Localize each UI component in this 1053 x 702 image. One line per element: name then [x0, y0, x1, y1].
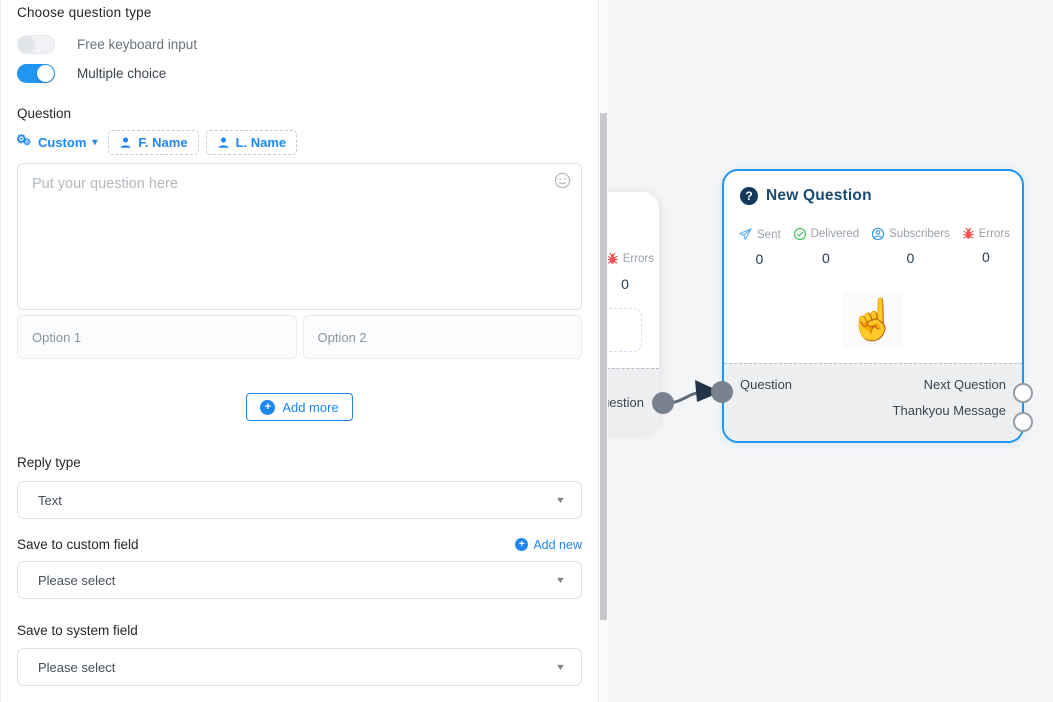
panel-scrollbar-track	[599, 0, 608, 702]
first-name-chip[interactable]: F. Name	[108, 130, 198, 155]
node-title: New Question	[766, 187, 872, 205]
free-keyboard-toggle-row: Free keyboard input	[17, 35, 582, 54]
chevron-down-icon: ▾	[92, 137, 97, 148]
question-settings-panel: Choose question type Free keyboard input…	[0, 0, 599, 702]
errors-stat: Errors	[606, 252, 654, 265]
add-more-label: Add more	[282, 400, 338, 415]
stat-sent-label: Sent	[757, 229, 781, 241]
custom-field-select[interactable]: Please select ▼	[17, 561, 582, 599]
stat-delivered: Delivered 0	[793, 227, 860, 267]
flow-builder-app: Choose question type Free keyboard input…	[0, 0, 1053, 702]
stat-delivered-label: Delivered	[811, 228, 860, 240]
connection-arrowhead-icon	[695, 380, 721, 402]
add-new-link[interactable]: + Add new	[515, 538, 582, 552]
option-2-input[interactable]	[303, 315, 583, 359]
first-name-chip-label: F. Name	[138, 135, 187, 150]
stat-errors: Errors 0	[962, 227, 1010, 267]
option-1-input[interactable]	[17, 315, 297, 359]
free-keyboard-label: Free keyboard input	[77, 37, 197, 52]
next-question-port-label: Next Question	[924, 377, 1006, 392]
next-question-port-label: uestion	[602, 395, 644, 410]
select-caret-icon: ▼	[555, 495, 566, 505]
node-ports-footer: Question Next Question Thankyou Message	[724, 363, 1022, 441]
reply-type-label: Reply type	[17, 454, 582, 471]
stat-subscribers: Subscribers 0	[871, 227, 950, 267]
question-section-label: Question	[17, 105, 582, 122]
stat-subscribers-value: 0	[907, 250, 915, 266]
hand-cursor-icon: ☝	[848, 300, 898, 340]
custom-field-label: Save to custom field	[17, 536, 139, 553]
question-badge-icon: ?	[740, 187, 758, 205]
connection-line	[663, 393, 701, 404]
stat-delivered-value: 0	[822, 250, 830, 266]
add-more-row: + Add more	[17, 393, 582, 421]
errors-stat-label: Errors	[623, 253, 654, 265]
question-textarea[interactable]	[18, 164, 581, 309]
plus-circle-icon: +	[515, 538, 528, 551]
node-header: ? New Question	[724, 171, 1022, 205]
multiple-choice-label: Multiple choice	[77, 66, 166, 81]
next-question-output-port[interactable]	[1013, 383, 1033, 403]
multiple-choice-toggle-row: Multiple choice	[17, 64, 582, 83]
add-new-label: Add new	[533, 538, 582, 552]
select-caret-icon: ▼	[555, 575, 566, 585]
toggle-knob	[37, 65, 54, 82]
input-port-label: Question	[740, 377, 792, 392]
last-name-chip-label: L. Name	[236, 135, 287, 150]
stat-errors-label: Errors	[979, 228, 1010, 240]
bug-icon	[962, 227, 975, 240]
custom-button-label: Custom	[38, 135, 86, 150]
stat-subscribers-label: Subscribers	[889, 228, 950, 240]
thankyou-output-port[interactable]	[1013, 412, 1033, 432]
subscriber-icon	[871, 227, 885, 241]
stat-errors-value: 0	[982, 249, 990, 265]
select-caret-icon: ▼	[555, 662, 566, 672]
custom-field-dropdown-button[interactable]: ⚙⚙ Custom ▾	[17, 135, 101, 150]
custom-field-value: Please select	[38, 573, 115, 588]
system-field-select[interactable]: Please select ▼	[17, 648, 582, 686]
person-icon	[119, 136, 132, 149]
free-keyboard-toggle[interactable]	[17, 35, 55, 54]
system-field-value: Please select	[38, 660, 115, 675]
mouse-cursor-overlay: ☝	[843, 291, 903, 349]
stat-sent-value: 0	[755, 251, 763, 267]
panel-scrollbar-thumb[interactable]	[600, 113, 607, 620]
question-textarea-wrap	[17, 163, 582, 310]
thankyou-port-label: Thankyou Message	[893, 403, 1006, 418]
check-circle-icon	[793, 227, 807, 241]
multiple-choice-toggle[interactable]	[17, 64, 55, 83]
paper-plane-icon	[738, 227, 753, 242]
options-row	[17, 315, 582, 359]
reply-type-select[interactable]: Text ▼	[17, 481, 582, 519]
merge-field-chips-row: ⚙⚙ Custom ▾ F. Name L. Name	[17, 129, 582, 155]
person-icon	[217, 136, 230, 149]
gears-icon: ⚙⚙	[17, 135, 33, 150]
plus-circle-icon: +	[260, 400, 275, 415]
node-stats-row: Sent 0 Delivered 0 Subscribers 0	[724, 227, 1022, 267]
panel-heading: Choose question type	[17, 4, 582, 21]
system-field-label: Save to system field	[17, 622, 582, 639]
last-name-chip[interactable]: L. Name	[206, 130, 298, 155]
reply-type-value: Text	[38, 493, 62, 508]
stat-sent: Sent 0	[738, 227, 781, 267]
emoji-picker-icon[interactable]	[553, 171, 572, 190]
custom-field-row: Save to custom field + Add new	[17, 536, 582, 553]
add-more-button[interactable]: + Add more	[246, 393, 352, 421]
toggle-knob	[18, 36, 35, 53]
